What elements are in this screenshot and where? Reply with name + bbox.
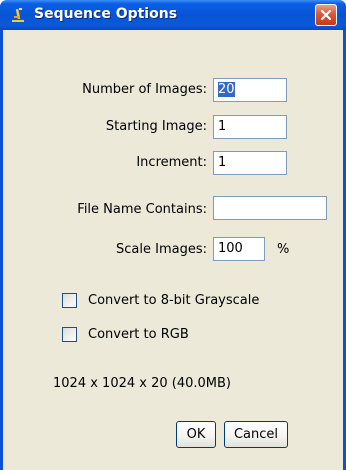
- close-button[interactable]: [315, 4, 337, 26]
- window-title: Sequence Options: [34, 6, 178, 22]
- starting-image-input[interactable]: 1: [213, 115, 287, 139]
- increment-label: Increment:: [136, 155, 207, 170]
- cancel-button[interactable]: Cancel: [224, 421, 288, 448]
- dialog-window: Sequence Options Number of Images: 20 St…: [0, 0, 346, 470]
- rgb-checkbox-label[interactable]: Convert to RGB: [88, 327, 189, 343]
- scale-images-input[interactable]: 100: [213, 237, 265, 261]
- title-bar[interactable]: Sequence Options: [0, 0, 346, 30]
- ok-button[interactable]: OK: [176, 421, 216, 448]
- dialog-body: Number of Images: 20 Starting Image: 1 I…: [3, 30, 343, 470]
- stack-size-info: 1024 x 1024 x 20 (40.0MB): [53, 376, 231, 391]
- close-icon: [320, 9, 332, 21]
- scale-images-label: Scale Images:: [116, 242, 207, 257]
- number-of-images-label: Number of Images:: [82, 82, 207, 97]
- number-of-images-input[interactable]: 20: [213, 78, 287, 102]
- grayscale-checkbox[interactable]: [62, 293, 77, 308]
- grayscale-checkbox-label[interactable]: Convert to 8-bit Grayscale: [88, 293, 259, 309]
- file-name-contains-input[interactable]: [213, 196, 327, 220]
- percent-unit-label: %: [277, 242, 290, 257]
- imagej-microscope-icon: [10, 7, 26, 23]
- file-name-contains-label: File Name Contains:: [77, 202, 207, 217]
- rgb-checkbox[interactable]: [62, 327, 77, 342]
- increment-input[interactable]: 1: [213, 151, 287, 175]
- starting-image-label: Starting Image:: [105, 119, 207, 134]
- number-of-images-value: 20: [218, 82, 235, 97]
